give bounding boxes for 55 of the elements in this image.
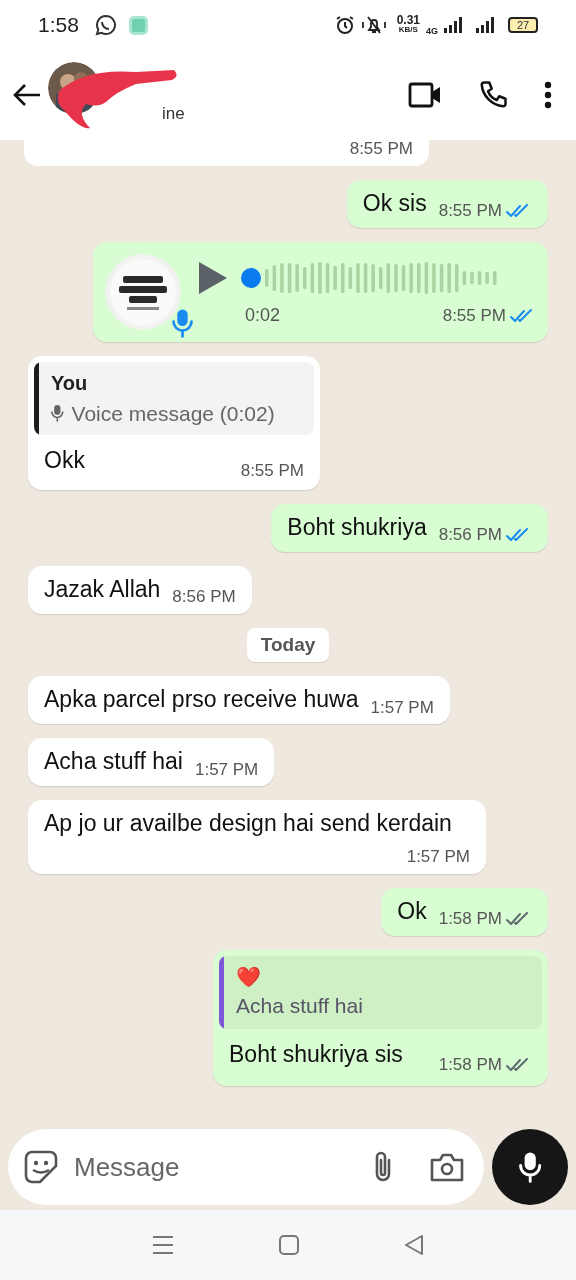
status-time: 1:58 <box>38 12 79 39</box>
message-text: Ap jo ur availbe design hai send kerdain <box>44 809 452 838</box>
message-time: 1:57 PM <box>406 846 470 868</box>
menu-icon[interactable] <box>152 1235 175 1255</box>
mute-icon <box>360 15 387 35</box>
message-time: 8:56 PM <box>438 524 502 546</box>
alarm-icon <box>334 15 355 35</box>
phone-icon[interactable] <box>478 80 508 110</box>
app-icon <box>128 15 148 35</box>
message-text: Boht shukriya <box>287 512 427 542</box>
voice-duration: 0:02 <box>245 304 281 327</box>
microphone-icon <box>51 404 64 423</box>
message-text: Acha stuff hai <box>44 747 183 776</box>
date-chip: Today <box>246 627 330 662</box>
back-arrow-icon[interactable] <box>12 83 42 107</box>
play-icon[interactable] <box>197 260 229 296</box>
contact-status: ine <box>162 103 185 126</box>
network-speed: 0.31 <box>396 15 420 25</box>
message-field[interactable]: Message <box>74 1147 356 1187</box>
microphone-icon <box>172 307 193 338</box>
chat-bubble-icon <box>94 14 117 36</box>
message-input[interactable]: Message <box>8 1129 484 1205</box>
message-text: Apka parcel prso receive huwa <box>44 685 359 714</box>
message-time: 8:55 PM <box>442 304 506 327</box>
quote-text: Voice message (0:02) <box>71 400 275 427</box>
home-icon[interactable] <box>279 1235 299 1255</box>
signal-icon <box>476 17 494 33</box>
message-time: 1:58 PM <box>438 1054 502 1076</box>
quoted-message[interactable]: You Voice message (0:02) <box>34 361 314 435</box>
signal-icon <box>444 17 462 33</box>
microphone-icon <box>518 1151 542 1183</box>
message-text: Jazak Allah <box>44 574 161 604</box>
message-time: 8:55 PM <box>240 460 304 482</box>
message-time: 1:57 PM <box>370 696 434 719</box>
message-time: 8:55 PM <box>349 140 413 160</box>
back-icon[interactable] <box>403 1235 424 1255</box>
message-time: 1:58 PM <box>438 908 502 930</box>
quote-text: Acha stuff hai <box>236 992 363 1019</box>
message-time: 8:56 PM <box>172 586 236 608</box>
message-time: 1:57 PM <box>194 758 259 781</box>
more-options-icon[interactable] <box>544 81 552 109</box>
quote-author: You <box>51 370 89 396</box>
speed-unit: KB/S <box>398 25 418 35</box>
battery-indicator: 27 <box>508 17 538 33</box>
quote-emoji: ❤ <box>236 964 262 990</box>
camera-icon[interactable] <box>430 1152 464 1182</box>
sticker-icon[interactable] <box>24 1150 58 1184</box>
network-type: 4G <box>426 25 438 39</box>
video-call-icon[interactable] <box>408 82 442 108</box>
message-text: Okk <box>44 446 85 475</box>
message-text: Ok <box>397 896 427 926</box>
quoted-message[interactable]: ❤ Acha stuff hai <box>219 955 542 1029</box>
message-text: Ok sis <box>362 188 427 218</box>
message-text: Boht shukriya sis <box>229 1040 403 1069</box>
message-time: 8:55 PM <box>438 200 502 222</box>
